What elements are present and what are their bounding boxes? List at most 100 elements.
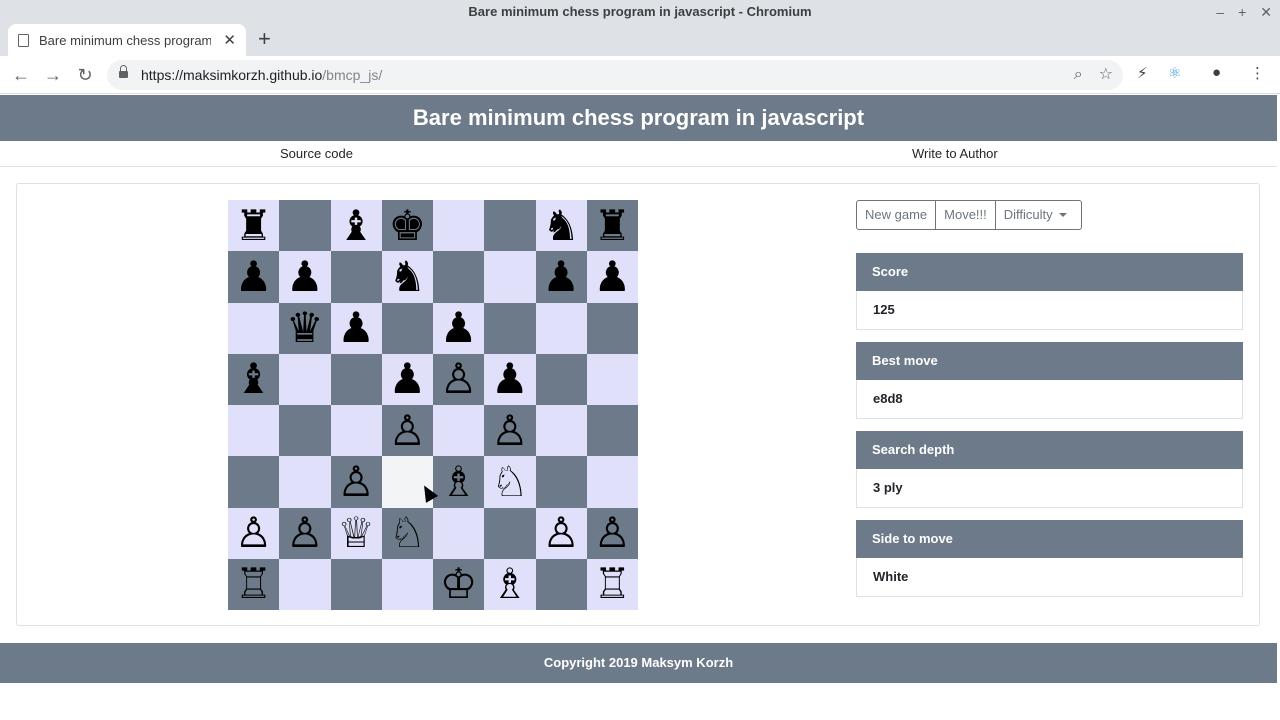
browser-tab[interactable]: Bare minimum chess program in javascript… [8, 24, 246, 56]
chess-piece[interactable]: ♟ [235, 255, 273, 298]
chess-piece[interactable]: ♕ [337, 512, 375, 554]
square-g5[interactable] [535, 353, 587, 405]
address-bar[interactable]: https://maksimkorzh.github.io/bmcp_js/ ⌕… [107, 60, 1123, 90]
chess-piece[interactable]: ♘ [389, 512, 427, 554]
square-h3[interactable] [586, 456, 638, 508]
square-e4[interactable] [433, 405, 485, 457]
chess-piece[interactable]: ♘ [491, 460, 529, 503]
square-d2[interactable]: ♘ [381, 507, 433, 559]
maximize-icon[interactable]: + [1238, 0, 1246, 24]
chess-piece[interactable]: ♙ [440, 358, 478, 400]
square-g8[interactable]: ♞ [535, 200, 587, 252]
bookmark-star-icon[interactable]: ☆ [1099, 60, 1113, 90]
square-a3[interactable] [228, 456, 280, 508]
square-g6[interactable] [535, 302, 587, 354]
square-d5[interactable]: ♟ [381, 353, 433, 405]
square-h7[interactable]: ♟ [586, 251, 638, 303]
chess-piece[interactable]: ♟ [440, 307, 478, 349]
square-a1[interactable]: ♖ [228, 558, 280, 610]
chess-piece[interactable]: ♞ [542, 204, 580, 247]
chess-board[interactable]: ♜ ♝ ♚ ♞ ♜ ♟ ♟ ♞ ♟ ♟ ♛ ♟ ♟ ♝ ♟ ♙ ♟ ♙ ♙ ♙ ♗ ♘ ♙ ♙ ♕ ♘ ♙ ♙ ♖ ♔ ♗ ♖ [228, 200, 638, 610]
square-b3[interactable] [279, 456, 331, 508]
chess-piece[interactable]: ♙ [286, 512, 324, 554]
square-c1[interactable] [330, 558, 382, 610]
square-g2[interactable]: ♙ [535, 507, 587, 559]
chess-piece[interactable]: ♙ [337, 460, 375, 503]
square-f1[interactable]: ♗ [484, 558, 536, 610]
square-d7[interactable]: ♞ [381, 251, 433, 303]
chess-piece[interactable]: ♟ [594, 255, 632, 298]
write-to-author-link[interactable]: Write to Author [912, 146, 998, 161]
square-g7[interactable]: ♟ [535, 251, 587, 303]
chess-piece[interactable]: ♖ [594, 563, 632, 605]
extension-react-icon[interactable]: ⚛ [1168, 64, 1181, 82]
chess-piece[interactable]: ♟ [542, 255, 580, 298]
square-d4[interactable]: ♙ [381, 405, 433, 457]
square-h5[interactable] [586, 353, 638, 405]
square-f7[interactable] [484, 251, 536, 303]
square-b1[interactable] [279, 558, 331, 610]
square-e1[interactable]: ♔ [433, 558, 485, 610]
square-b6[interactable]: ♛ [279, 302, 331, 354]
square-d1[interactable] [381, 558, 433, 610]
chess-piece[interactable]: ♗ [491, 563, 529, 605]
square-f5[interactable]: ♟ [484, 353, 536, 405]
square-h1[interactable]: ♖ [586, 558, 638, 610]
chess-piece[interactable]: ♝ [235, 358, 273, 400]
square-e5[interactable]: ♙ [433, 353, 485, 405]
square-a8[interactable]: ♜ [228, 200, 280, 252]
chess-piece[interactable]: ♛ [286, 307, 324, 349]
square-e8[interactable] [433, 200, 485, 252]
square-g1[interactable] [535, 558, 587, 610]
square-b5[interactable] [279, 353, 331, 405]
chess-piece[interactable]: ♖ [235, 563, 273, 605]
chess-piece[interactable]: ♔ [440, 563, 478, 605]
difficulty-dropdown[interactable]: Difficulty [995, 200, 1082, 230]
chess-piece[interactable]: ♙ [235, 512, 273, 554]
move-button[interactable]: Move!!! [936, 200, 996, 230]
chess-piece[interactable]: ♝ [337, 204, 375, 247]
square-h6[interactable] [586, 302, 638, 354]
square-f8[interactable] [484, 200, 536, 252]
square-e3[interactable]: ♗ [433, 456, 485, 508]
chess-piece[interactable]: ♟ [491, 358, 529, 400]
square-g4[interactable] [535, 405, 587, 457]
square-a5[interactable]: ♝ [228, 353, 280, 405]
reload-icon[interactable]: ↻ [72, 62, 98, 88]
square-e7[interactable] [433, 251, 485, 303]
back-icon[interactable]: ← [8, 62, 34, 88]
new-game-button[interactable]: New game [856, 200, 937, 230]
close-tab-icon[interactable]: ✕ [223, 31, 236, 49]
chess-piece[interactable]: ♙ [491, 409, 529, 452]
square-h8[interactable]: ♜ [586, 200, 638, 252]
chess-piece[interactable]: ♙ [594, 512, 632, 554]
square-a4[interactable] [228, 405, 280, 457]
square-a2[interactable]: ♙ [228, 507, 280, 559]
chess-piece[interactable]: ♙ [542, 512, 580, 554]
close-window-icon[interactable]: ✕ [1260, 0, 1272, 24]
square-g3[interactable] [535, 456, 587, 508]
square-h2[interactable]: ♙ [586, 507, 638, 559]
source-code-link[interactable]: Source code [280, 146, 353, 161]
square-c8[interactable]: ♝ [330, 200, 382, 252]
profile-avatar-icon[interactable]: ● [1212, 64, 1221, 81]
square-c3[interactable]: ♙ [330, 456, 382, 508]
chess-piece[interactable]: ♗ [440, 460, 478, 503]
forward-icon[interactable]: → [40, 62, 66, 88]
chess-piece[interactable]: ♟ [337, 307, 375, 349]
new-tab-icon[interactable]: + [258, 26, 271, 52]
square-e2[interactable] [433, 507, 485, 559]
square-c5[interactable] [330, 353, 382, 405]
square-f2[interactable] [484, 507, 536, 559]
square-b8[interactable] [279, 200, 331, 252]
chess-piece[interactable]: ♜ [235, 204, 273, 247]
square-c6[interactable]: ♟ [330, 302, 382, 354]
square-b4[interactable] [279, 405, 331, 457]
square-c2[interactable]: ♕ [330, 507, 382, 559]
square-a7[interactable]: ♟ [228, 251, 280, 303]
square-a6[interactable] [228, 302, 280, 354]
chess-piece[interactable]: ♟ [286, 255, 324, 298]
square-f4[interactable]: ♙ [484, 405, 536, 457]
square-h4[interactable] [586, 405, 638, 457]
zoom-icon[interactable]: ⌕ [1074, 60, 1083, 90]
